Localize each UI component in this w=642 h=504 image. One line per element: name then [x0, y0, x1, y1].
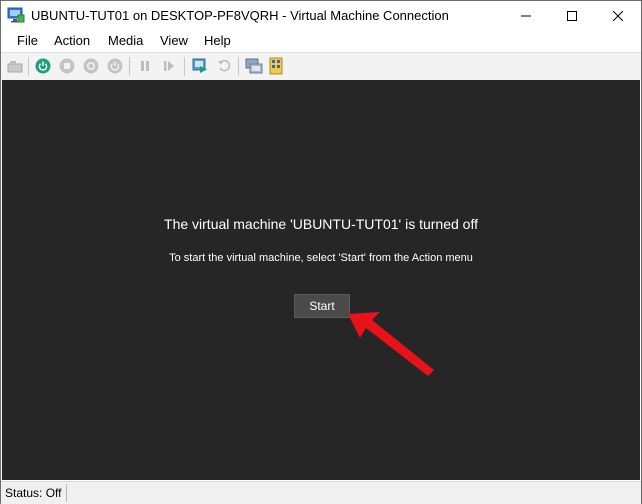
- checkpoint-icon[interactable]: [190, 56, 210, 76]
- vm-start-instructions: To start the virtual machine, select 'St…: [169, 252, 473, 264]
- save-icon[interactable]: [105, 56, 125, 76]
- vm-off-message: The virtual machine 'UBUNTU-TUT01' is tu…: [164, 216, 478, 232]
- status-text: Status: Off: [5, 486, 62, 500]
- ctrl-alt-del-icon[interactable]: [5, 56, 25, 76]
- menu-action[interactable]: Action: [54, 33, 90, 48]
- turn-off-icon[interactable]: [57, 56, 77, 76]
- menu-file[interactable]: File: [17, 33, 38, 48]
- minimize-button[interactable]: [503, 1, 549, 30]
- vm-connection-window: UBUNTU-TUT01 on DESKTOP-PF8VQRH - Virtua…: [0, 0, 642, 504]
- menu-help[interactable]: Help: [204, 33, 231, 48]
- menu-bar: File Action Media View Help: [1, 30, 641, 51]
- toolbar-separator: [238, 57, 239, 76]
- toolbar-separator: [28, 57, 29, 76]
- enhanced-session-icon[interactable]: [244, 56, 264, 76]
- menu-media[interactable]: Media: [108, 33, 143, 48]
- toolbar-separator: [129, 57, 130, 76]
- vm-console[interactable]: The virtual machine 'UBUNTU-TUT01' is tu…: [2, 80, 640, 480]
- menu-view[interactable]: View: [160, 33, 188, 48]
- toolbar: [1, 52, 641, 80]
- toolbar-separator: [184, 57, 185, 76]
- resume-icon[interactable]: [159, 56, 179, 76]
- maximize-button[interactable]: [549, 1, 595, 30]
- annotation-arrow-icon: [348, 312, 434, 376]
- status-bar: Status: Off: [1, 481, 641, 504]
- close-button[interactable]: [595, 1, 641, 30]
- status-divider: [66, 484, 67, 502]
- vm-connection-icon: [7, 7, 25, 23]
- window-title: UBUNTU-TUT01 on DESKTOP-PF8VQRH - Virtua…: [31, 8, 449, 23]
- share-icon[interactable]: [266, 56, 286, 76]
- title-bar: UBUNTU-TUT01 on DESKTOP-PF8VQRH - Virtua…: [1, 1, 641, 30]
- start-icon[interactable]: [33, 56, 53, 76]
- pause-icon[interactable]: [135, 56, 155, 76]
- revert-icon[interactable]: [214, 56, 234, 76]
- shut-down-icon[interactable]: [81, 56, 101, 76]
